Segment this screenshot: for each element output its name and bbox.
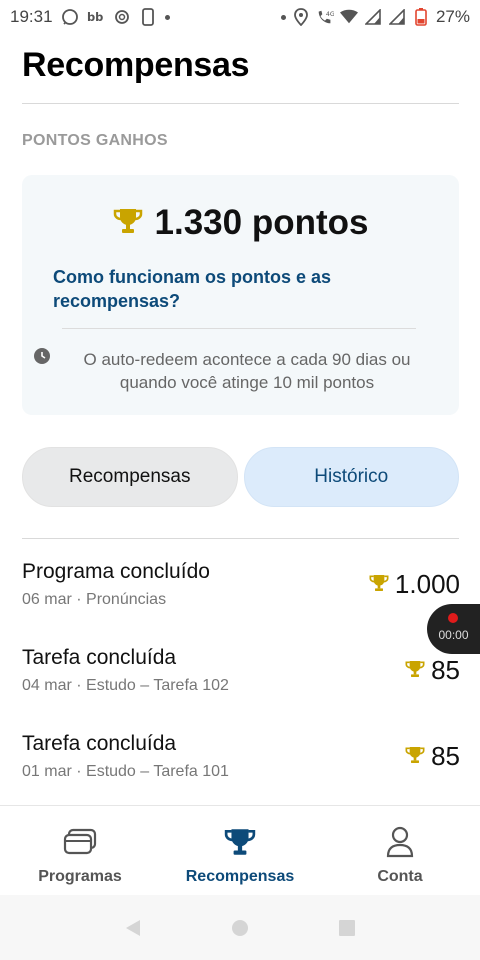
auto-redeem-info: O auto-redeem acontece a cada 90 dias ou… <box>83 350 411 392</box>
trophy-icon <box>369 569 389 600</box>
nav-label-account: Conta <box>377 868 423 885</box>
signal-icon <box>388 8 406 26</box>
trophy-icon <box>113 206 143 241</box>
nav-item-programs[interactable]: Programas <box>0 806 160 895</box>
nav-item-account[interactable]: Conta <box>320 806 480 895</box>
item-points-value: 85 <box>431 655 460 685</box>
recording-time: 00:00 <box>438 628 469 642</box>
nav-item-rewards[interactable]: Recompensas <box>160 806 320 895</box>
clock-icon <box>34 348 50 364</box>
trophy-icon <box>405 741 425 772</box>
how-points-work-link[interactable]: Como funcionam os pontos e as recompensa… <box>53 265 383 313</box>
status-bar: 19:31 bb 4G 27% <box>0 0 480 34</box>
cards-icon <box>63 826 97 858</box>
item-subtitle: 01 mar · Estudo – Tarefa 101 <box>22 763 229 780</box>
battery-percent: 27% <box>435 7 470 26</box>
location-icon <box>292 8 310 26</box>
list-item[interactable]: Tarefa concluída 01 mar · Estudo – Taref… <box>0 728 480 814</box>
signal-icon <box>364 8 382 26</box>
svg-text:4G: 4G <box>326 11 334 18</box>
tab-rewards[interactable]: Recompensas <box>22 447 238 507</box>
wifi-icon <box>339 8 358 26</box>
list-item[interactable]: Tarefa concluída 04 mar · Estudo – Taref… <box>0 642 480 728</box>
history-list: Programa concluído 06 mar · Pronúncias 1… <box>0 556 480 814</box>
svg-text:bb: bb <box>87 10 103 24</box>
item-subtitle: 06 mar · Pronúncias <box>22 591 167 608</box>
record-icon <box>448 613 458 623</box>
list-item[interactable]: Programa concluído 06 mar · Pronúncias 1… <box>0 556 480 642</box>
item-title: Tarefa concluída <box>22 646 177 669</box>
notification-dot-icon <box>164 14 170 20</box>
nav-label-rewards: Recompensas <box>185 868 295 885</box>
whatsapp-icon <box>61 8 79 26</box>
trophy-icon <box>223 826 257 858</box>
phone-sync-icon <box>139 8 157 26</box>
status-time: 19:31 <box>10 7 53 26</box>
system-nav-bar <box>0 895 480 960</box>
points-total: 1.330 pontos <box>22 203 459 243</box>
item-points: 85 <box>405 741 460 772</box>
bottom-nav: Programas Recompensas Conta <box>0 805 480 895</box>
app-notification-icon: bb <box>87 8 105 26</box>
home-icon[interactable] <box>229 917 251 939</box>
section-label-points: PONTOS GANHOS <box>22 132 168 149</box>
rewards-tabs: Recompensas Histórico <box>22 447 459 507</box>
tab-history[interactable]: Histórico <box>243 447 459 507</box>
points-value: 1.330 pontos <box>154 203 369 242</box>
divider <box>22 538 459 539</box>
back-icon[interactable] <box>122 917 144 939</box>
divider <box>22 103 459 104</box>
divider <box>62 328 416 329</box>
item-points-value: 1.000 <box>394 569 460 599</box>
screen-recorder-bubble[interactable]: 00:00 <box>427 604 480 654</box>
person-icon <box>383 826 417 858</box>
item-points: 85 <box>405 655 460 686</box>
trophy-icon <box>405 655 425 686</box>
copyright-icon <box>113 8 131 26</box>
item-points-value: 85 <box>431 741 460 771</box>
item-title: Tarefa concluída <box>22 732 177 755</box>
item-title: Programa concluído <box>22 560 210 583</box>
nav-label-programs: Programas <box>38 868 122 885</box>
item-points: 1.000 <box>369 569 460 600</box>
page-title: Recompensas <box>22 46 250 84</box>
recents-icon[interactable] <box>336 917 358 939</box>
call-4g-icon: 4G <box>316 8 334 26</box>
item-subtitle: 04 mar · Estudo – Tarefa 102 <box>22 677 229 694</box>
notification-dot-icon <box>280 14 286 20</box>
battery-icon <box>412 8 430 26</box>
points-card: 1.330 pontos Como funcionam os pontos e … <box>22 175 459 415</box>
